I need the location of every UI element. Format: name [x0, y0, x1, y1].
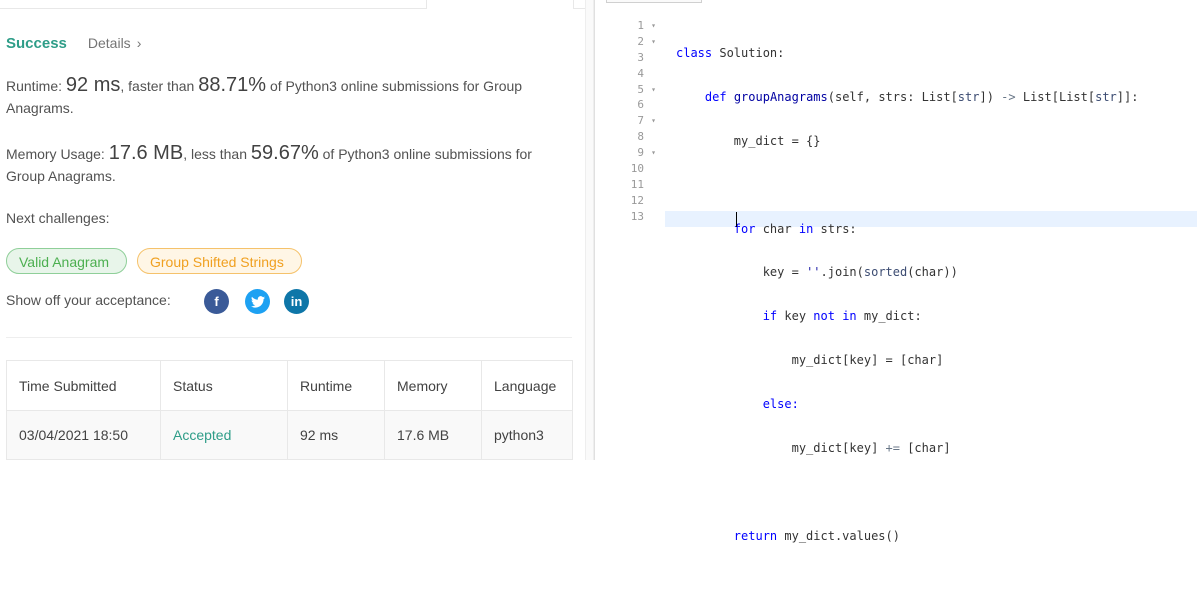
line-number: 12	[630, 193, 644, 207]
column-header-language: Language	[481, 360, 573, 411]
code-content[interactable]: class Solution: def groupAnagrams(self, …	[676, 18, 1196, 603]
linkedin-icon[interactable]: in	[284, 289, 309, 314]
line-number: 7 ▾	[637, 113, 656, 129]
code-line: else:	[762, 397, 799, 412]
table-row[interactable]: 03/04/2021 18:50 Accepted 92 ms 17.6 MB …	[6, 410, 573, 460]
active-tab[interactable]	[426, 0, 574, 9]
cell-memory: 17.6 MB	[384, 410, 482, 460]
code-line: key = ''.join(sorted(char))	[762, 265, 958, 280]
fold-arrow-icon[interactable]: ▾	[651, 113, 656, 129]
details-link[interactable]: Details ›	[88, 35, 141, 51]
memory-summary: Memory Usage: 17.6 MB, less than 59.67% …	[6, 142, 566, 187]
next-challenges-label: Next challenges:	[6, 210, 110, 226]
chevron-right-icon[interactable]: ›	[137, 35, 142, 51]
column-header-runtime: Runtime	[287, 360, 385, 411]
cell-status-link[interactable]: Accepted	[160, 410, 288, 460]
memory-percent: 59.67%	[250, 142, 319, 164]
code-line: for char in strs:	[733, 221, 857, 236]
code-line: my_dict[key] += [char]	[791, 441, 951, 456]
line-number-gutter: 1 ▾ 2 ▾ 3 4 5 ▾ 6 7 ▾ 8 9 ▾ 10 11 12 13	[596, 18, 660, 225]
line-number: 5 ▾	[637, 82, 656, 98]
column-header-time: Time Submitted	[6, 360, 161, 411]
memory-value: 17.6 MB	[108, 142, 184, 164]
line-number: 11	[630, 177, 644, 191]
memory-label: Memory Usage:	[6, 146, 109, 162]
code-line: my_dict = {}	[733, 133, 821, 148]
submission-result-panel: Success Details › Runtime: 92 ms, faster …	[0, 0, 585, 460]
table-header-row: Time Submitted Status Runtime Memory Lan…	[6, 360, 573, 411]
panel-resize-handle[interactable]	[585, 0, 594, 460]
runtime-percent: 88.71%	[198, 74, 267, 96]
challenge-valid-anagram[interactable]: Valid Anagram	[6, 248, 127, 274]
runtime-value: 92 ms	[65, 74, 121, 96]
fold-arrow-icon[interactable]: ▾	[651, 145, 656, 161]
line-number: 10	[630, 162, 644, 176]
cell-runtime: 92 ms	[287, 410, 385, 460]
line-number: 9 ▾	[637, 145, 656, 161]
runtime-mid: , faster than	[120, 78, 199, 94]
code-line: if key not in my_dict:	[762, 309, 922, 324]
details-label[interactable]: Details	[88, 35, 131, 51]
line-number: 3	[637, 50, 644, 64]
column-header-memory: Memory	[384, 360, 482, 411]
twitter-icon[interactable]	[245, 289, 270, 314]
editor-tab	[606, 0, 702, 3]
submissions-table: Time Submitted Status Runtime Memory Lan…	[6, 360, 573, 460]
line-number: 13	[630, 209, 644, 223]
fold-arrow-icon[interactable]: ▾	[651, 34, 656, 50]
fold-arrow-icon[interactable]: ▾	[651, 82, 656, 98]
cell-time-submitted: 03/04/2021 18:50	[6, 410, 161, 460]
line-number: 2 ▾	[637, 34, 656, 50]
panel-tab-strip	[0, 0, 585, 9]
line-number: 4	[637, 66, 644, 80]
success-label: Success	[6, 34, 67, 52]
column-header-status: Status	[160, 360, 288, 411]
share-label: Show off your acceptance:	[6, 292, 171, 308]
text-cursor	[736, 212, 737, 227]
code-line: my_dict[key] = [char]	[791, 353, 944, 368]
divider	[6, 337, 572, 338]
memory-mid: , less than	[183, 146, 251, 162]
line-number: 1 ▾	[637, 18, 656, 34]
code-line: return my_dict.values()	[733, 528, 900, 543]
code-line: class Solution:	[676, 46, 785, 60]
line-number: 8	[637, 130, 644, 144]
code-line: def groupAnagrams(self, strs: List[str])…	[704, 89, 1139, 104]
line-number: 6	[637, 98, 644, 112]
cell-language: python3	[481, 410, 573, 460]
runtime-summary: Runtime: 92 ms, faster than 88.71% of Py…	[6, 74, 566, 119]
challenge-group-shifted-strings[interactable]: Group Shifted Strings	[137, 248, 302, 274]
runtime-label: Runtime:	[6, 78, 66, 94]
result-status-row: Success Details ›	[6, 33, 141, 53]
facebook-icon[interactable]: f	[204, 289, 229, 314]
fold-arrow-icon[interactable]: ▾	[651, 18, 656, 34]
